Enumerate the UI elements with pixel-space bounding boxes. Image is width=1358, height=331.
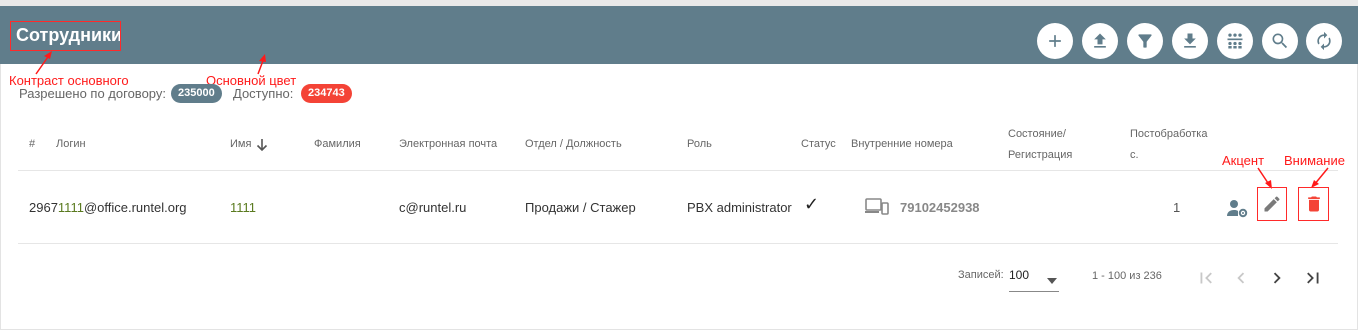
sort-arrow-down-icon[interactable]: [256, 138, 268, 152]
annotation-box-title: [10, 21, 121, 51]
download-button[interactable]: [1172, 23, 1208, 59]
col-header-dept[interactable]: Отдел / Должность: [525, 138, 622, 150]
cell-email: c@runtel.ru: [399, 200, 467, 215]
chevron-down-icon: [1047, 278, 1057, 284]
status-check-icon: ✓: [804, 194, 820, 214]
user-settings-icon[interactable]: [1227, 198, 1249, 218]
col-header-ext[interactable]: Внутренние номера: [851, 138, 953, 150]
available-badge: 234743: [301, 84, 352, 103]
row-divider: [18, 243, 1338, 244]
page-range: 1 - 100 из 236: [1092, 270, 1162, 282]
col-header-login[interactable]: Логин: [56, 138, 86, 150]
group-icon: [1227, 33, 1243, 49]
upload-icon: [1094, 33, 1106, 48]
cell-postprocessing: 1: [1173, 200, 1181, 215]
group-button[interactable]: [1217, 23, 1253, 59]
edit-button[interactable]: [1257, 187, 1287, 221]
page-size-value: 100: [1009, 268, 1030, 282]
trash-icon: [1307, 196, 1320, 212]
page-size-select[interactable]: 100: [1009, 263, 1059, 292]
upload-button[interactable]: [1082, 23, 1118, 59]
last-page-icon[interactable]: [1302, 267, 1324, 289]
col-header-state-line2[interactable]: Регистрация: [1008, 149, 1072, 161]
prev-page-icon[interactable]: [1230, 267, 1252, 289]
cell-login: 29671111@office.runtel.org: [29, 200, 187, 215]
available-label: Доступно:: [233, 86, 294, 101]
col-header-post-line1[interactable]: Постобработка: [1130, 128, 1207, 140]
page-header: Сотрудники: [0, 6, 1358, 64]
filter-button[interactable]: [1127, 23, 1163, 59]
col-header-post-line2[interactable]: с.: [1130, 149, 1139, 161]
col-header-surname[interactable]: Фамилия: [314, 138, 361, 150]
delete-button[interactable]: [1298, 187, 1329, 221]
search-icon: [1272, 33, 1288, 49]
allowed-label: Разрешено по договору:: [19, 86, 166, 101]
refresh-button[interactable]: [1306, 23, 1342, 59]
header-divider: [18, 170, 1338, 171]
col-header-role[interactable]: Роль: [687, 138, 712, 150]
next-page-icon[interactable]: [1266, 267, 1288, 289]
add-icon: [1049, 35, 1061, 47]
col-header-email[interactable]: Электронная почта: [399, 138, 497, 150]
col-header-state-line1[interactable]: Состояние/: [1008, 128, 1066, 140]
col-header-name[interactable]: Имя: [230, 138, 251, 150]
cell-role: PBX administrator: [687, 200, 792, 215]
devices-icon: [865, 198, 889, 215]
add-button[interactable]: [1037, 23, 1073, 59]
first-page-icon[interactable]: [1195, 267, 1217, 289]
download-icon: [1184, 33, 1196, 48]
allowed-badge: 235000: [171, 84, 222, 103]
col-header-status[interactable]: Статус: [801, 138, 836, 150]
login-highlight: 1111: [57, 200, 84, 215]
cell-name: 1111: [230, 200, 257, 215]
col-header-num: #: [29, 138, 36, 150]
login-prefix: 2967: [29, 200, 58, 215]
filter-icon: [1138, 34, 1152, 48]
records-label: Записей:: [958, 269, 1004, 281]
edit-pencil-icon: [1264, 196, 1280, 212]
search-button[interactable]: [1262, 23, 1298, 59]
cell-dept: Продажи / Стажер: [525, 200, 636, 215]
login-suffix: @office.runtel.org: [83, 200, 187, 215]
refresh-icon: [1317, 31, 1331, 51]
cell-ext[interactable]: 79102452938: [900, 200, 980, 215]
